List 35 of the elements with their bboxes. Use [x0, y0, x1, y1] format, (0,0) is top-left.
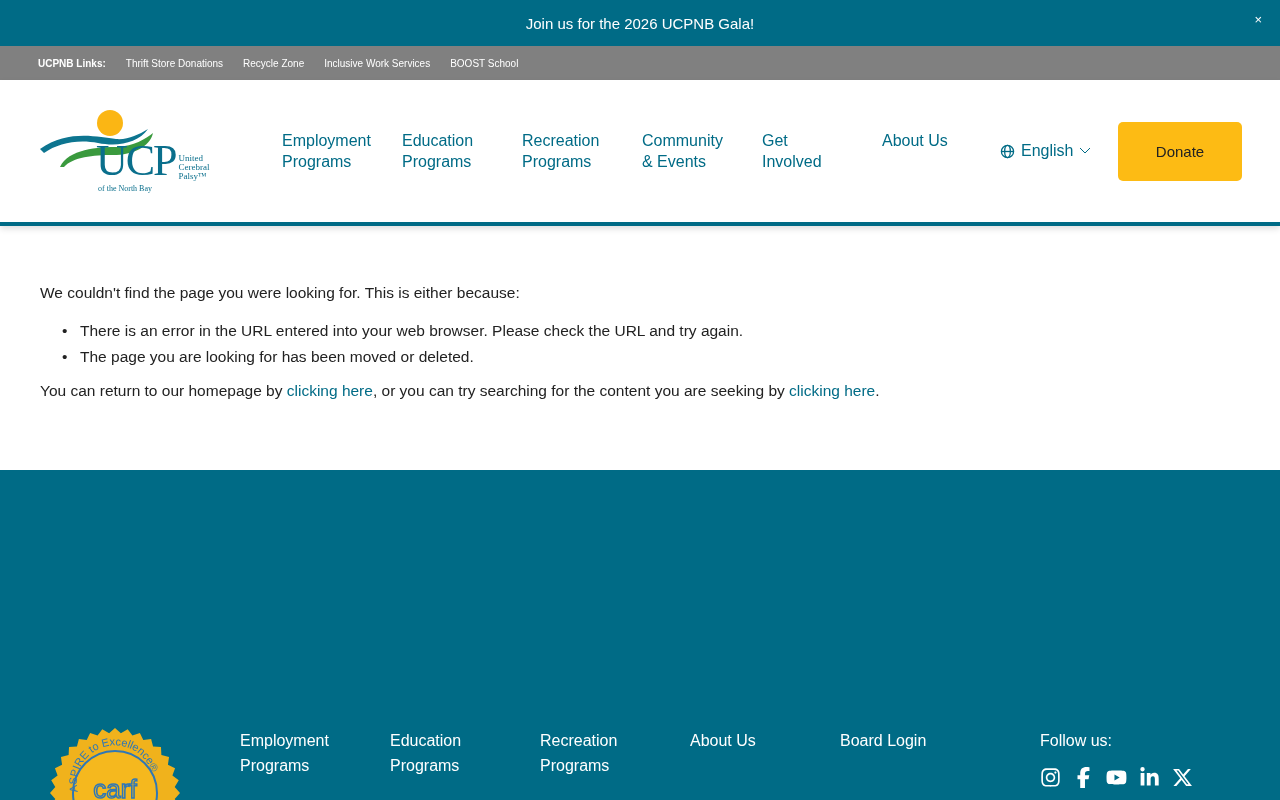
chevron-down-icon — [1079, 147, 1092, 155]
close-button[interactable]: × — [1250, 10, 1266, 29]
nav-link[interactable]: Community & Events — [642, 130, 762, 172]
logo-name: United Cerebral Palsy™ — [178, 153, 210, 181]
top-link[interactable]: BOOST School — [450, 57, 519, 69]
nav-link[interactable]: Education Programs — [402, 130, 522, 172]
clicking-here-link[interactable]: clicking here — [286, 382, 373, 399]
return-text: You can return to our homepage by clicking here, or you can try searching for the content you are seeking by clicking here. — [40, 381, 881, 401]
links-label: UCPNB Links: — [38, 57, 106, 69]
footer-link[interactable]: Recreation Programs — [540, 728, 690, 778]
clicking-here-link[interactable]: clicking here — [789, 382, 876, 399]
nav-link[interactable]: Employment Programs — [282, 130, 402, 172]
nav-link[interactable]: Recreation Programs — [522, 130, 642, 172]
announcement-text: Join us for the 2026 UCPNB Gala! — [525, 14, 755, 32]
follow-label: Follow us: — [1040, 731, 1114, 751]
top-link[interactable]: Thrift Store Donations — [125, 57, 224, 69]
footer-link[interactable]: Employment Programs — [240, 728, 390, 778]
x-icon[interactable] — [1172, 767, 1193, 788]
top-link[interactable]: Inclusive Work Services — [324, 57, 431, 69]
intro-text: We couldn't find the page you were looking for. This is either because: — [40, 283, 521, 303]
top-link[interactable]: Recycle Zone — [243, 57, 305, 69]
footer-link[interactable]: About Us — [690, 728, 840, 753]
footer-link[interactable]: Education Programs — [390, 728, 540, 778]
globe-icon — [1000, 143, 1015, 159]
nav-link[interactable]: Get Involved — [762, 130, 882, 172]
footer-link[interactable]: Board Login — [840, 728, 990, 753]
instagram-icon[interactable] — [1040, 767, 1061, 788]
logo-letters: UCP — [96, 141, 176, 181]
reason-text: The page you are looking for has been moved or deleted. — [80, 347, 474, 367]
reason-text: There is an error in the URL entered into your web browser. Please check the URL and try again. — [80, 321, 744, 341]
linkedin-icon[interactable] — [1139, 767, 1160, 788]
bullet-marker: • — [62, 321, 69, 341]
donate-button[interactable]: Donate — [1118, 121, 1242, 181]
logo-tagline: of the North Bay — [98, 183, 153, 193]
bullet-marker: • — [62, 347, 69, 367]
